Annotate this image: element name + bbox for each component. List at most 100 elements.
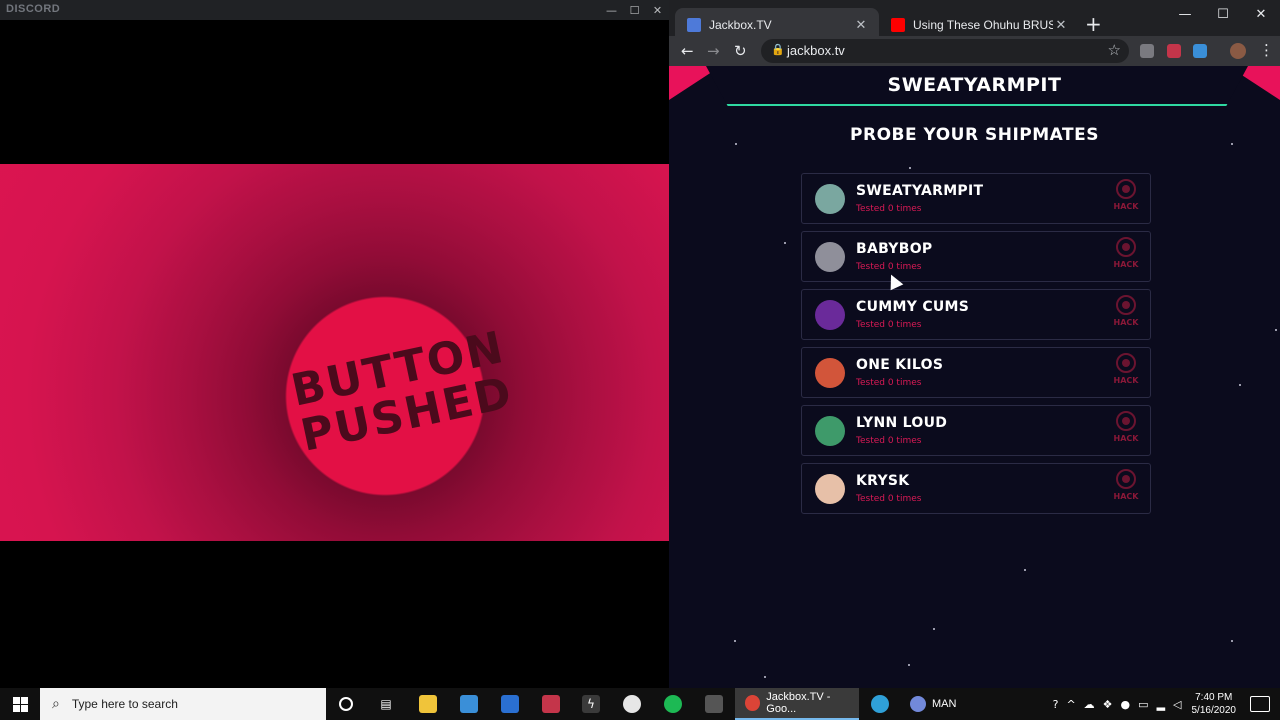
hack-label: HACK bbox=[1113, 202, 1139, 211]
battery-icon[interactable]: ▭ bbox=[1138, 698, 1148, 711]
start-button[interactable] bbox=[0, 688, 40, 720]
taskbar-app-chrome[interactable]: Jackbox.TV - Goo... bbox=[735, 688, 859, 720]
bookmark-star-icon[interactable]: ☆ bbox=[1108, 41, 1121, 59]
new-tab-icon[interactable]: + bbox=[1085, 12, 1102, 36]
shipmate-row[interactable]: LYNN LOUD Tested 0 times HACK bbox=[801, 405, 1151, 456]
extension-icon[interactable] bbox=[1140, 44, 1154, 58]
back-icon[interactable]: ← bbox=[681, 42, 694, 60]
hack-label: HACK bbox=[1113, 434, 1139, 443]
close-icon[interactable]: ✕ bbox=[646, 0, 669, 20]
forward-icon[interactable]: → bbox=[707, 42, 720, 60]
extension-icon[interactable] bbox=[1193, 44, 1207, 58]
target-icon bbox=[1116, 295, 1136, 315]
chrome-icon bbox=[745, 695, 761, 711]
discord-titlebar[interactable]: DISCORD — ☐ ✕ bbox=[0, 0, 669, 20]
network-icon[interactable]: ▂ bbox=[1157, 698, 1165, 711]
jackbox-page: SWEATYARMPIT PROBE YOUR SHIPMATES SWEATY… bbox=[669, 66, 1280, 688]
discord-window: DISCORD — ☐ ✕ BUTTON PUSHED bbox=[0, 0, 669, 688]
maximize-icon[interactable]: ☐ bbox=[623, 0, 646, 20]
stream-view[interactable]: BUTTON PUSHED bbox=[0, 164, 669, 541]
avatar bbox=[815, 474, 845, 504]
browser-toolbar: ← → ↻ 🔒 jackbox.tv ☆ ⋮ bbox=[669, 36, 1280, 66]
notification-icon[interactable] bbox=[1250, 696, 1270, 712]
app-icon[interactable] bbox=[694, 688, 734, 720]
dropbox-icon[interactable]: ❖ bbox=[1103, 698, 1113, 711]
star-dot bbox=[1231, 143, 1233, 145]
star-dot bbox=[734, 640, 736, 642]
taskbar: ⌕ ▤ ϟ Jackbox.TV - Goo... MAN ? ^ ☁ ❖ ● … bbox=[0, 688, 1280, 720]
shipmate-list: SWEATYARMPIT Tested 0 times HACK BABYBOP… bbox=[801, 173, 1151, 521]
mail-icon[interactable] bbox=[490, 688, 530, 720]
star-dot bbox=[735, 143, 737, 145]
cloud-icon[interactable]: ☁ bbox=[1084, 698, 1095, 711]
player-name: SWEATYARMPIT bbox=[887, 74, 1062, 96]
help-icon[interactable]: ? bbox=[1053, 698, 1059, 711]
close-icon[interactable]: ✕ bbox=[1053, 17, 1069, 33]
clock[interactable]: 7:40 PM 5/16/2020 bbox=[1192, 691, 1237, 717]
app-icon[interactable] bbox=[531, 688, 571, 720]
app-icon[interactable] bbox=[612, 688, 652, 720]
tab-title: Using These Ohuhu BRUSH MAR bbox=[913, 18, 1053, 32]
shipmate-name: LYNN LOUD bbox=[856, 415, 948, 431]
target-icon bbox=[1116, 353, 1136, 373]
shipmate-row[interactable]: ONE KILOS Tested 0 times HACK bbox=[801, 347, 1151, 398]
reload-icon[interactable]: ↻ bbox=[734, 42, 747, 60]
chrome-window: Jackbox.TV ✕ Using These Ohuhu BRUSH MAR… bbox=[669, 0, 1280, 688]
minimize-icon[interactable]: — bbox=[600, 0, 623, 20]
star-dot bbox=[1024, 569, 1026, 571]
clock-time: 7:40 PM bbox=[1195, 692, 1233, 703]
volume-icon[interactable]: ◁ bbox=[1173, 698, 1181, 711]
profile-avatar-icon[interactable] bbox=[1230, 43, 1246, 59]
hack-button[interactable]: HACK bbox=[1113, 295, 1139, 333]
star-dot bbox=[908, 664, 910, 666]
hack-button[interactable]: HACK bbox=[1113, 179, 1139, 217]
cortana-icon[interactable] bbox=[326, 688, 366, 720]
shipmate-row[interactable]: BABYBOP Tested 0 times HACK bbox=[801, 231, 1151, 282]
spotify-icon[interactable] bbox=[653, 688, 693, 720]
task-view-icon[interactable]: ▤ bbox=[366, 688, 406, 720]
shipmate-row[interactable]: KRYSK Tested 0 times HACK bbox=[801, 463, 1151, 514]
taskbar-search[interactable]: ⌕ bbox=[40, 688, 326, 720]
system-tray: ? ^ ☁ ❖ ● ▭ ▂ ◁ 7:40 PM 5/16/2020 bbox=[1049, 688, 1280, 720]
shipmate-tested-count: Tested 0 times bbox=[856, 204, 922, 214]
shipmate-tested-count: Tested 0 times bbox=[856, 378, 922, 388]
menu-icon[interactable]: ⋮ bbox=[1259, 41, 1274, 59]
close-icon[interactable]: ✕ bbox=[1242, 0, 1280, 28]
address-bar[interactable]: 🔒 jackbox.tv ☆ bbox=[761, 39, 1129, 63]
hack-button[interactable]: HACK bbox=[1113, 469, 1139, 507]
clock-date: 5/16/2020 bbox=[1191, 705, 1237, 716]
chevron-up-icon[interactable]: ^ bbox=[1066, 698, 1075, 711]
lock-icon: 🔒 bbox=[771, 43, 785, 56]
hack-button[interactable]: HACK bbox=[1113, 411, 1139, 449]
shipmate-row[interactable]: SWEATYARMPIT Tested 0 times HACK bbox=[801, 173, 1151, 224]
close-icon[interactable]: ✕ bbox=[853, 17, 869, 33]
page-title: PROBE YOUR SHIPMATES bbox=[850, 125, 1099, 145]
app-icon[interactable]: ϟ bbox=[571, 688, 611, 720]
shipmate-name: ONE KILOS bbox=[856, 357, 944, 373]
star-dot bbox=[784, 242, 786, 244]
edge-icon[interactable] bbox=[860, 688, 900, 720]
microphone-icon[interactable]: ● bbox=[1121, 698, 1131, 711]
search-input[interactable] bbox=[69, 696, 314, 712]
hack-button[interactable]: HACK bbox=[1113, 237, 1139, 275]
shipmate-tested-count: Tested 0 times bbox=[856, 436, 922, 446]
shipmate-tested-count: Tested 0 times bbox=[856, 262, 922, 272]
star-dot bbox=[1231, 640, 1233, 642]
shipmate-row[interactable]: CUMMY CUMS Tested 0 times HACK bbox=[801, 289, 1151, 340]
avatar bbox=[815, 242, 845, 272]
taskbar-app-discord[interactable]: MAN bbox=[900, 688, 1024, 720]
minimize-icon[interactable]: — bbox=[1166, 0, 1204, 28]
file-explorer-icon[interactable] bbox=[408, 688, 448, 720]
stream-button-text: BUTTON PUSHED bbox=[286, 321, 518, 462]
hack-button[interactable]: HACK bbox=[1113, 353, 1139, 391]
extension-icon[interactable] bbox=[1167, 44, 1181, 58]
maximize-icon[interactable]: ☐ bbox=[1204, 0, 1242, 28]
star-dot bbox=[1239, 384, 1241, 386]
shipmate-name: CUMMY CUMS bbox=[856, 299, 970, 315]
store-icon[interactable] bbox=[449, 688, 489, 720]
star-dot bbox=[933, 628, 935, 630]
taskbar-app-label: Jackbox.TV - Goo... bbox=[766, 691, 831, 715]
avatar bbox=[815, 184, 845, 214]
star-dot bbox=[909, 167, 911, 169]
discord-icon bbox=[910, 696, 926, 712]
